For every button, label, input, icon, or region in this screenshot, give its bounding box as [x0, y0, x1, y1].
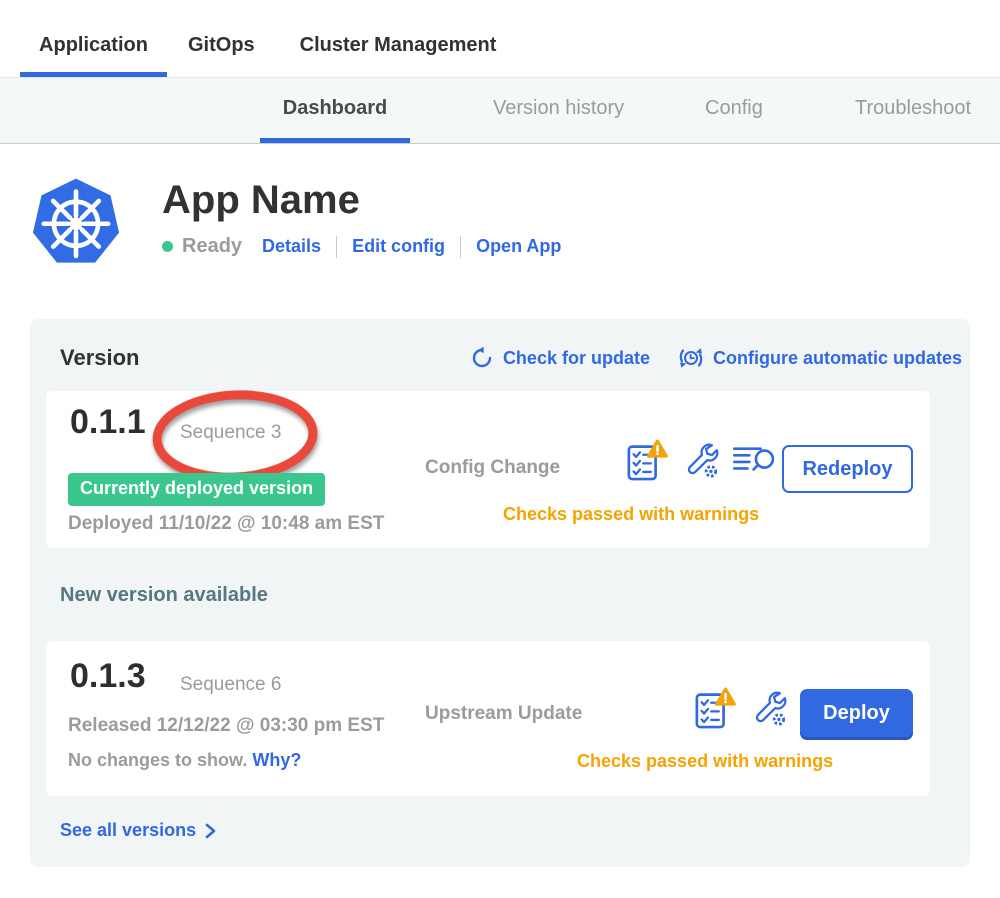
deployed-sequence-label: Sequence 3 — [180, 422, 281, 444]
available-version-number: 0.1.3 — [70, 657, 146, 696]
available-version-card: 0.1.3 Sequence 6 Released 12/12/22 @ 03:… — [46, 641, 930, 796]
refresh-icon — [470, 346, 494, 370]
version-source-label: Config Change — [425, 457, 560, 479]
check-for-update-button[interactable]: Check for update — [470, 346, 650, 370]
preflight-checks-icon[interactable] — [626, 438, 668, 482]
tab-troubleshoot[interactable]: Troubleshoot — [855, 97, 1000, 143]
config-wrench-icon[interactable] — [749, 688, 787, 728]
see-all-versions-link[interactable]: See all versions — [60, 820, 216, 841]
kubernetes-logo-icon — [30, 175, 122, 267]
tab-cluster-management[interactable]: Cluster Management — [300, 34, 497, 77]
configure-automatic-updates-label: Configure automatic updates — [713, 348, 962, 369]
deployed-version-number: 0.1.1 — [70, 403, 146, 442]
version-source-label: Upstream Update — [425, 703, 582, 725]
new-version-heading: New version available — [60, 584, 962, 607]
tab-application[interactable]: Application — [20, 34, 167, 77]
page-title: App Name — [162, 177, 561, 223]
tab-dashboard[interactable]: Dashboard — [260, 97, 410, 143]
app-dashboard-page: Application GitOps Cluster Management Da… — [0, 0, 1000, 898]
details-link[interactable]: Details — [262, 236, 321, 257]
redeploy-button[interactable]: Redeploy — [782, 445, 913, 493]
version-heading: Version — [60, 345, 139, 371]
released-timestamp: Released 12/12/22 @ 03:30 pm EST — [68, 715, 384, 737]
deploy-button[interactable]: Deploy — [800, 689, 913, 737]
tab-config[interactable]: Config — [705, 97, 763, 143]
why-link[interactable]: Why? — [252, 750, 301, 770]
secondary-nav: Dashboard Version history Config Trouble… — [0, 77, 1000, 144]
deployed-timestamp: Deployed 11/10/22 @ 10:48 am EST — [68, 513, 384, 535]
available-sequence-label: Sequence 6 — [180, 674, 281, 696]
currently-deployed-badge: Currently deployed version — [68, 473, 325, 506]
preflight-checks-icon[interactable] — [694, 686, 736, 730]
checks-status: Checks passed with warnings — [577, 751, 833, 772]
no-changes-text: No changes to show. — [68, 750, 247, 770]
auto-update-clock-icon — [678, 345, 704, 371]
app-header: App Name Ready Details Edit config Open … — [30, 175, 1000, 267]
config-wrench-icon[interactable] — [681, 440, 719, 480]
status-label: Ready — [182, 235, 242, 258]
version-actions: Check for update Configure automatic upd… — [470, 345, 962, 371]
version-section-header: Version Check for update — [60, 345, 962, 371]
see-all-versions-label: See all versions — [60, 820, 196, 841]
tab-gitops[interactable]: GitOps — [188, 34, 255, 77]
chevron-right-icon — [205, 823, 216, 839]
checks-status: Checks passed with warnings — [503, 504, 759, 525]
edit-config-link[interactable]: Edit config — [352, 236, 445, 257]
version-check-icons — [626, 438, 778, 482]
divider — [336, 236, 337, 258]
view-diff-icon[interactable] — [732, 444, 778, 476]
version-section: Version Check for update — [30, 319, 970, 867]
version-check-icons — [694, 686, 787, 730]
check-for-update-label: Check for update — [503, 348, 650, 369]
configure-automatic-updates-button[interactable]: Configure automatic updates — [678, 345, 962, 371]
open-app-link[interactable]: Open App — [476, 236, 561, 257]
ready-status-dot-icon — [162, 241, 173, 252]
divider — [460, 236, 461, 258]
deployed-version-card: 0.1.1 Sequence 3 Currently deployed vers… — [46, 391, 930, 548]
no-changes-row: No changes to show. Why? — [68, 750, 301, 771]
primary-nav: Application GitOps Cluster Management — [0, 0, 1000, 77]
app-status-row: Ready Details Edit config Open App — [162, 235, 561, 258]
tab-version-history[interactable]: Version history — [493, 97, 624, 143]
